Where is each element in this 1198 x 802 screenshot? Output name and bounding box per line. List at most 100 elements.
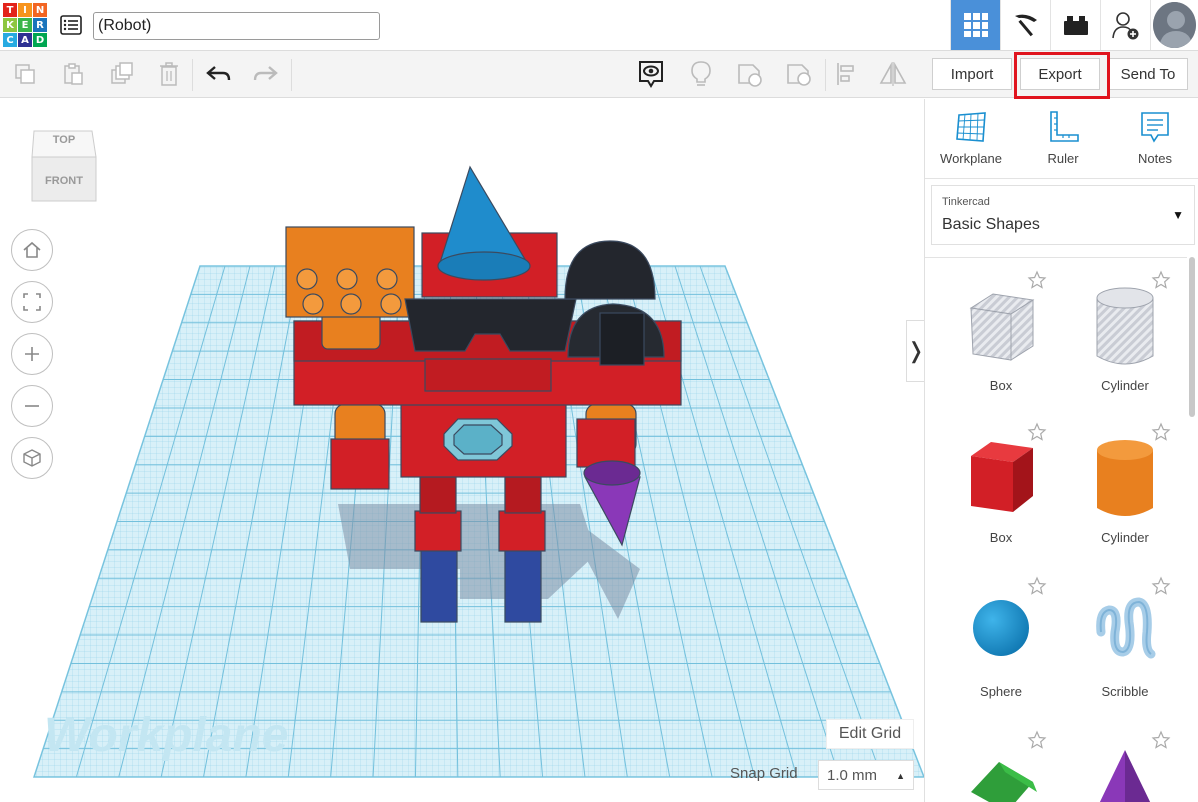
logo-letter: I [18,3,32,17]
workplane-tool-button[interactable]: Workplane [931,109,1011,173]
shape-scribble[interactable]: Scribble [1063,568,1187,718]
panel-tools: Workplane Ruler Notes [925,99,1198,179]
fit-view-button[interactable] [11,281,53,323]
mirror-button[interactable] [878,59,908,89]
cylinder-hole-icon [1096,287,1154,365]
cube-icon [23,449,41,467]
ruler-tool-label: Ruler [1047,151,1079,166]
group-icon [738,64,762,87]
ruler-tool-button[interactable]: Ruler [1023,109,1103,173]
view-cube-top-label[interactable]: TOP [30,134,98,146]
shape-sphere[interactable]: Sphere [939,568,1063,718]
logo-letter: K [3,18,17,32]
copy-icon [15,64,35,84]
notes-icon [1141,112,1169,143]
cylinder-icon [1097,440,1153,516]
fit-icon [23,293,41,311]
redo-button[interactable] [250,59,280,89]
design-title-input[interactable]: (Robot) [93,12,380,40]
undo-icon [206,66,231,81]
shapes-grid: Box Cylinder Box Cylinder Sphere Scribbl… [925,257,1187,802]
shape-box[interactable]: Box [939,414,1063,564]
library-provider: Tinkercad [942,196,990,208]
avatar [1153,2,1196,48]
star-icon[interactable] [1027,270,1047,290]
zoom-out-button[interactable] [11,385,53,427]
export-highlight-box [1014,52,1110,99]
workplane-grid[interactable]: Workplane [0,99,924,802]
trash-icon [160,62,178,86]
workplane-viewport[interactable]: Workplane TOP FRONT Edit Grid Snap Grid … [0,99,924,802]
lightbulb-button[interactable] [686,59,716,89]
panel-scrollbar[interactable] [1189,257,1195,417]
shape-cylinder[interactable]: Cylinder [1063,414,1187,564]
invite-user-button[interactable] [1100,0,1150,50]
scribble-icon [1096,597,1156,659]
box-icon [971,442,1033,512]
ungroup-button[interactable] [784,59,814,89]
caret-up-icon: ▲ [896,771,905,781]
avatar-icon [1153,2,1196,48]
brick-icon [1063,16,1088,35]
zoom-in-button[interactable] [11,333,53,375]
ungroup-icon [787,64,811,86]
star-icon[interactable] [1027,576,1047,596]
shape-cylinder-hole[interactable]: Cylinder [1063,262,1187,412]
import-button[interactable]: Import [932,58,1012,90]
align-button[interactable] [832,59,862,89]
tinkercad-logo[interactable]: TIN KER CAD [3,3,47,47]
snap-grid-select[interactable]: 1.0 mm ▲ [818,760,914,790]
home-view-button[interactable] [11,229,53,271]
shape-pyramid[interactable] [1063,722,1187,802]
star-icon[interactable] [1151,730,1171,750]
list-icon [60,15,82,35]
workplane-watermark: Workplane [44,709,289,762]
shape-label: Cylinder [1101,530,1149,545]
user-avatar-button[interactable] [1150,0,1198,50]
undo-button[interactable] [204,59,234,89]
box-hole-icon [969,293,1035,361]
design-menu-button[interactable] [58,12,84,38]
collapse-panel-button[interactable]: ❭ [906,320,926,382]
toolbar-divider [291,59,292,91]
paste-button[interactable] [58,59,88,89]
shape-box-hole[interactable]: Box [939,262,1063,412]
send-to-button[interactable]: Send To [1108,58,1188,90]
blocks-view-button[interactable] [1000,0,1050,50]
top-right-nav [950,0,1198,50]
duplicate-icon [111,62,133,84]
show-all-button[interactable] [636,59,666,89]
lightbulb-icon [691,61,711,86]
logo-letter: N [33,3,47,17]
3d-design-view-button[interactable] [950,0,1000,50]
copy-button[interactable] [10,59,40,89]
perspective-toggle-button[interactable] [11,437,53,479]
plus-icon [25,347,39,361]
view-cube[interactable]: TOP FRONT [30,123,98,203]
minus-icon [25,405,39,407]
logo-letter: D [33,33,47,47]
star-icon[interactable] [1027,730,1047,750]
logo-letter: R [33,18,47,32]
duplicate-button[interactable] [107,59,137,89]
notes-tool-button[interactable]: Notes [1115,109,1195,173]
shape-roof[interactable] [939,722,1063,802]
library-name: Basic Shapes [942,216,1040,233]
mirror-icon [879,61,907,86]
edit-grid-button[interactable]: Edit Grid [826,719,914,749]
logo-letter: T [3,3,17,17]
redo-icon [253,66,278,81]
clipboard-icon [64,63,83,85]
align-icon [837,63,854,85]
bricks-view-button[interactable] [1050,0,1100,50]
shape-label: Box [989,530,1013,545]
group-button[interactable] [735,59,765,89]
shape-library-select[interactable]: Tinkercad Basic Shapes ▼ [931,185,1195,245]
view-cube-front-label[interactable]: FRONT [30,175,98,187]
workplane-icon [956,112,986,142]
notes-tool-label: Notes [1138,151,1172,166]
pyramid-icon [1099,750,1151,802]
logo-letter: E [18,18,32,32]
delete-button[interactable] [154,59,184,89]
top-bar: TIN KER CAD (Robot) [0,0,1198,51]
